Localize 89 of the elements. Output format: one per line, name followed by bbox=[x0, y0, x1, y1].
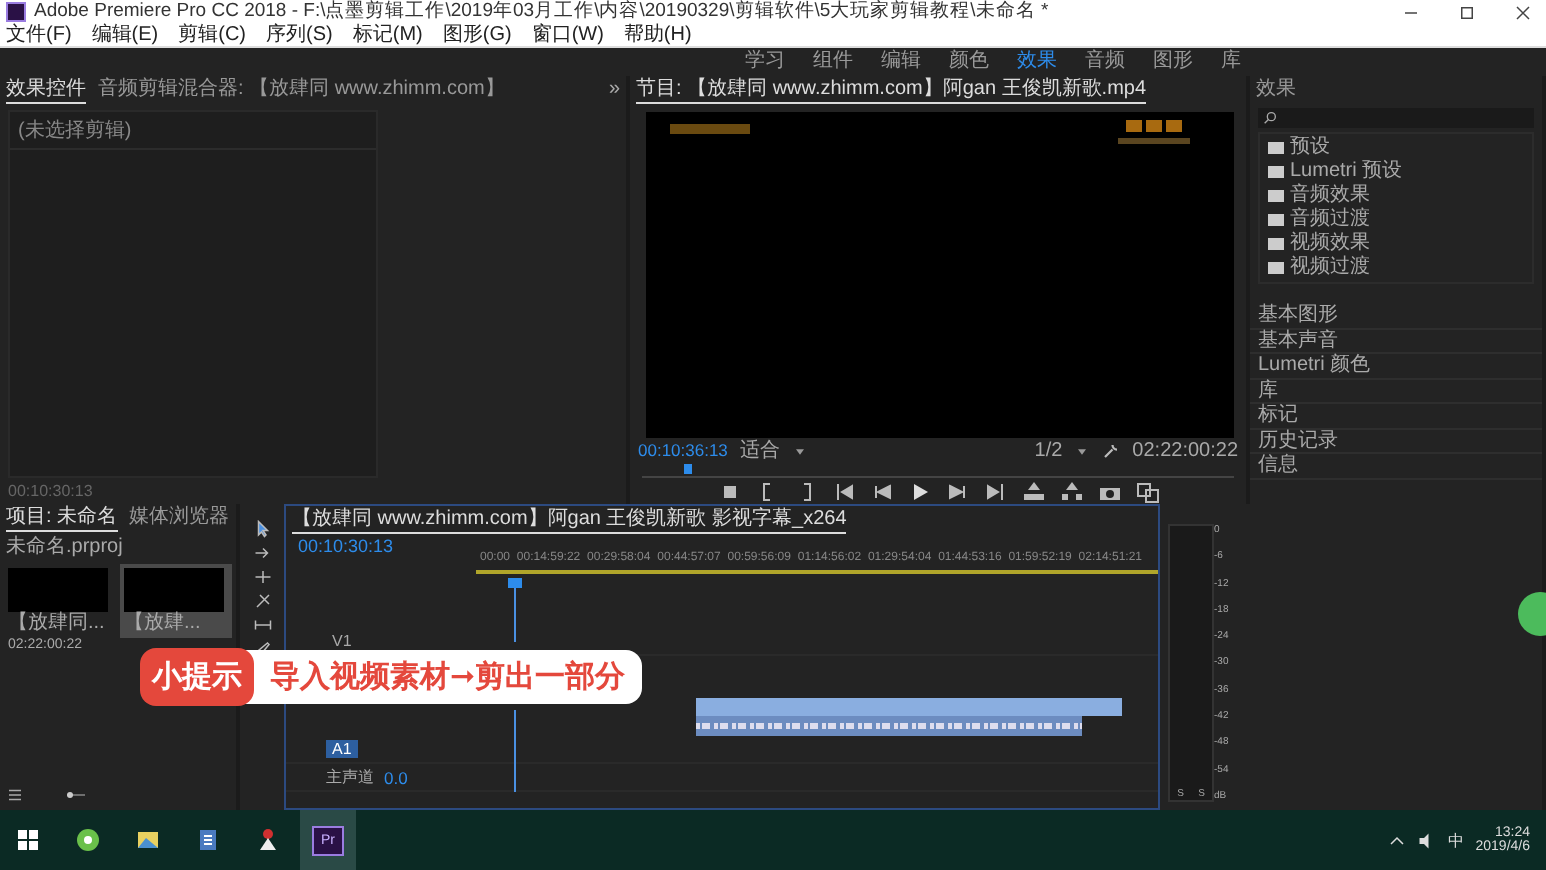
panel-section[interactable]: 信息 bbox=[1250, 454, 1542, 479]
lift-icon[interactable] bbox=[1021, 480, 1045, 504]
close-button[interactable] bbox=[1513, 3, 1531, 21]
clip-name: 【放肆... bbox=[124, 612, 203, 634]
sequence-timecode[interactable]: 00:10:30:13 bbox=[286, 536, 476, 588]
figure-icon[interactable] bbox=[256, 828, 280, 852]
video-thumbnail bbox=[124, 568, 224, 612]
maximize-button[interactable] bbox=[1457, 3, 1475, 21]
chevron-up-icon[interactable] bbox=[1387, 831, 1406, 849]
panel-section[interactable]: Lumetri 颜色 bbox=[1250, 354, 1542, 379]
image-icon[interactable] bbox=[136, 828, 160, 852]
panel-section[interactable]: 基本图形 bbox=[1250, 304, 1542, 329]
globe-icon[interactable] bbox=[76, 828, 100, 852]
effect-folder[interactable]: 音频效果 bbox=[1290, 184, 1370, 208]
panel-title: 节目: 【放肆同 www.zhimm.com】阿gan 王俊凯新歌.mp4 bbox=[636, 78, 1147, 104]
panel-title: 效果 bbox=[1256, 78, 1296, 102]
menu-item[interactable]: 剪辑(C) bbox=[178, 24, 247, 46]
step-forward-icon[interactable] bbox=[945, 480, 969, 504]
track-name: 主声道 bbox=[326, 766, 374, 788]
tip-badge: 小提示 bbox=[140, 647, 254, 705]
slip-icon[interactable] bbox=[253, 616, 271, 634]
clip-item[interactable]: 【放肆... bbox=[120, 564, 232, 638]
menu-item[interactable]: 序列(S) bbox=[266, 24, 333, 46]
panel-section[interactable]: 基本声音 bbox=[1250, 329, 1542, 354]
menu-item[interactable]: 标记(M) bbox=[352, 24, 423, 46]
panel-tab[interactable]: 媒体浏览器 bbox=[129, 506, 230, 532]
list-view-icon[interactable] bbox=[6, 786, 24, 804]
workspace-tab[interactable]: 音频 bbox=[1085, 48, 1125, 76]
windows-icon[interactable] bbox=[16, 828, 40, 852]
workspace-tab[interactable]: 效果 bbox=[1017, 48, 1057, 76]
selection-tool-icon[interactable] bbox=[253, 520, 271, 538]
video-clip[interactable] bbox=[696, 698, 1122, 716]
more-button[interactable]: » bbox=[608, 78, 620, 104]
tip-caption: 导入视频素材➞剪出一部分 bbox=[242, 649, 642, 703]
track-name[interactable]: A1 bbox=[326, 740, 358, 758]
search-field[interactable] bbox=[1258, 108, 1534, 128]
track-select-icon[interactable] bbox=[253, 544, 271, 562]
panel-tab[interactable]: 效果控件 bbox=[6, 78, 86, 104]
panel-tab[interactable]: 音频剪辑混合器: 【放肆同 www.zhimm.com】 bbox=[98, 78, 505, 104]
effect-folder[interactable]: 视频效果 bbox=[1290, 232, 1370, 256]
track-name[interactable]: V1 bbox=[326, 632, 358, 650]
caret-icon[interactable] bbox=[791, 443, 808, 459]
go-in-icon[interactable] bbox=[831, 480, 855, 504]
compare-icon[interactable] bbox=[1135, 480, 1159, 504]
effect-folder[interactable]: 视频过渡 bbox=[1290, 256, 1370, 280]
effect-folder[interactable]: Lumetri 预设 bbox=[1290, 160, 1403, 184]
caret-icon[interactable] bbox=[1074, 443, 1091, 459]
workspace-tab[interactable]: 学习 bbox=[745, 48, 785, 76]
audio-waveform[interactable] bbox=[696, 716, 1082, 736]
video-thumbnail bbox=[8, 568, 108, 612]
panel-section[interactable]: 标记 bbox=[1250, 404, 1542, 429]
panel-section[interactable]: 库 bbox=[1250, 379, 1542, 404]
wrench-icon[interactable] bbox=[1102, 442, 1121, 460]
workspace-tab[interactable]: 编辑 bbox=[881, 48, 921, 76]
menu-item[interactable]: 图形(G) bbox=[442, 24, 512, 46]
panel-tab[interactable]: 项目: 未命名 bbox=[6, 506, 118, 532]
menu-item[interactable]: 帮助(H) bbox=[623, 24, 692, 46]
duration-timecode: 02:22:00:22 bbox=[1132, 438, 1238, 464]
effect-folder[interactable]: 音频过渡 bbox=[1290, 208, 1370, 232]
timecode: 00:10:30:13 bbox=[6, 482, 95, 504]
workspace-tab[interactable]: 库 bbox=[1221, 48, 1241, 76]
current-timecode[interactable]: 00:10:36:13 bbox=[638, 438, 728, 464]
empty-note: (未选择剪辑) bbox=[10, 112, 376, 150]
sequence-tab[interactable]: 【放肆同 www.zhimm.com】阿gan 王俊凯新歌 影视字幕_x264 bbox=[292, 508, 847, 534]
go-out-icon[interactable] bbox=[983, 480, 1007, 504]
playhead-handle[interactable] bbox=[684, 464, 692, 474]
panel-section[interactable]: 历史记录 bbox=[1250, 429, 1542, 454]
workspace-tab[interactable]: 颜色 bbox=[949, 48, 989, 76]
search-icon[interactable] bbox=[1262, 110, 1278, 126]
workspace-tab[interactable]: 图形 bbox=[1153, 48, 1193, 76]
extract-icon[interactable] bbox=[1059, 480, 1083, 504]
step-back-icon[interactable] bbox=[869, 480, 893, 504]
clip-name: 【放肆同... bbox=[8, 612, 107, 634]
app-icon bbox=[6, 2, 26, 22]
zoom-dropdown[interactable]: 适合 bbox=[739, 438, 780, 464]
effect-folder[interactable]: 预设 bbox=[1290, 136, 1330, 160]
razor-icon[interactable] bbox=[253, 592, 271, 610]
menu-item[interactable]: 文件(F) bbox=[6, 24, 72, 46]
input-method-indicator[interactable]: 中 bbox=[1447, 829, 1464, 851]
ripple-edit-icon[interactable] bbox=[253, 568, 271, 586]
menu-item[interactable]: 编辑(E) bbox=[91, 24, 159, 46]
project-file: 未命名.prproj bbox=[6, 536, 123, 560]
volume-value[interactable]: 0.0 bbox=[384, 767, 408, 787]
document-icon[interactable] bbox=[196, 828, 220, 852]
workspace-tab[interactable]: 组件 bbox=[813, 48, 853, 76]
window-title: Adobe Premiere Pro CC 2018 - F:\点墨剪辑工作\2019年03月工作\内容\20190329\剪辑软件\5大玩家剪辑教程\未命名 * bbox=[34, 0, 1051, 23]
menu-item[interactable]: 窗口(W) bbox=[531, 24, 604, 46]
resolution-dropdown[interactable]: 1/2 bbox=[1034, 438, 1063, 464]
playhead-handle[interactable] bbox=[508, 578, 522, 588]
